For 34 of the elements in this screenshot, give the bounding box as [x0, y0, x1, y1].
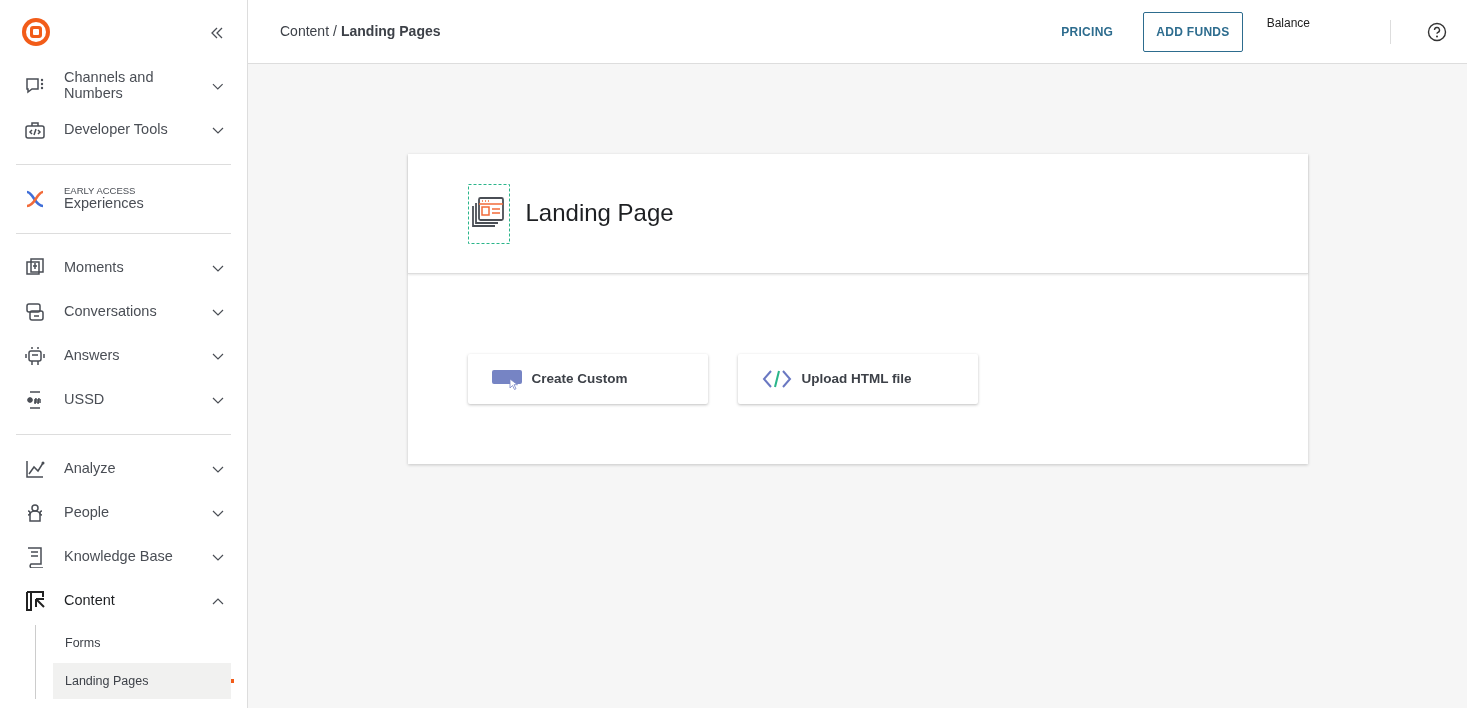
- nav-item[interactable]: Knowledge Base: [16, 535, 231, 579]
- cursor-icon: [491, 368, 522, 390]
- sub-nav-item[interactable]: Landing Pages: [53, 663, 231, 699]
- experiences-link[interactable]: EARLY ACCESS Experiences: [16, 177, 231, 221]
- nav-item[interactable]: People: [16, 491, 231, 535]
- robot-icon: [24, 345, 46, 367]
- sub-nav-item[interactable]: Forms: [53, 625, 231, 661]
- nav-item[interactable]: Developer Tools: [16, 108, 231, 152]
- pricing-button[interactable]: PRICING: [1055, 21, 1120, 42]
- nav-item[interactable]: Answers: [16, 334, 231, 378]
- breadcrumb-current: Landing Pages: [340, 22, 441, 41]
- code-icon: [24, 119, 46, 141]
- nav-item[interactable]: Analyze: [16, 447, 231, 491]
- chart-icon: [24, 458, 46, 480]
- nav-item[interactable]: Content: [16, 579, 231, 623]
- create-custom-button[interactable]: Create Custom: [467, 354, 708, 404]
- code-icon: [761, 369, 792, 389]
- nav-item[interactable]: USSD: [16, 378, 231, 422]
- nav-item[interactable]: Conversations: [16, 290, 231, 334]
- add-funds-button[interactable]: ADD FUNDS: [1143, 11, 1243, 52]
- balance-label: Balance: [1266, 15, 1310, 32]
- breadcrumb-separator: /: [333, 22, 337, 41]
- panel-title: Landing Page: [525, 199, 674, 228]
- early-access-label: EARLY ACCESS: [64, 186, 137, 196]
- help-icon: [1427, 22, 1447, 43]
- landing-page-icon: [467, 183, 510, 244]
- nav-item[interactable]: Channels and Numbers: [16, 64, 231, 108]
- content-icon: [24, 590, 46, 612]
- breadcrumb-link[interactable]: Content: [280, 21, 330, 42]
- experiences-label: Experiences: [64, 195, 144, 212]
- cross-icon: [24, 188, 46, 210]
- upload-html-button[interactable]: Upload HTML file: [737, 354, 978, 404]
- nav-item[interactable]: Moments: [16, 246, 231, 290]
- logo-icon: [20, 16, 52, 48]
